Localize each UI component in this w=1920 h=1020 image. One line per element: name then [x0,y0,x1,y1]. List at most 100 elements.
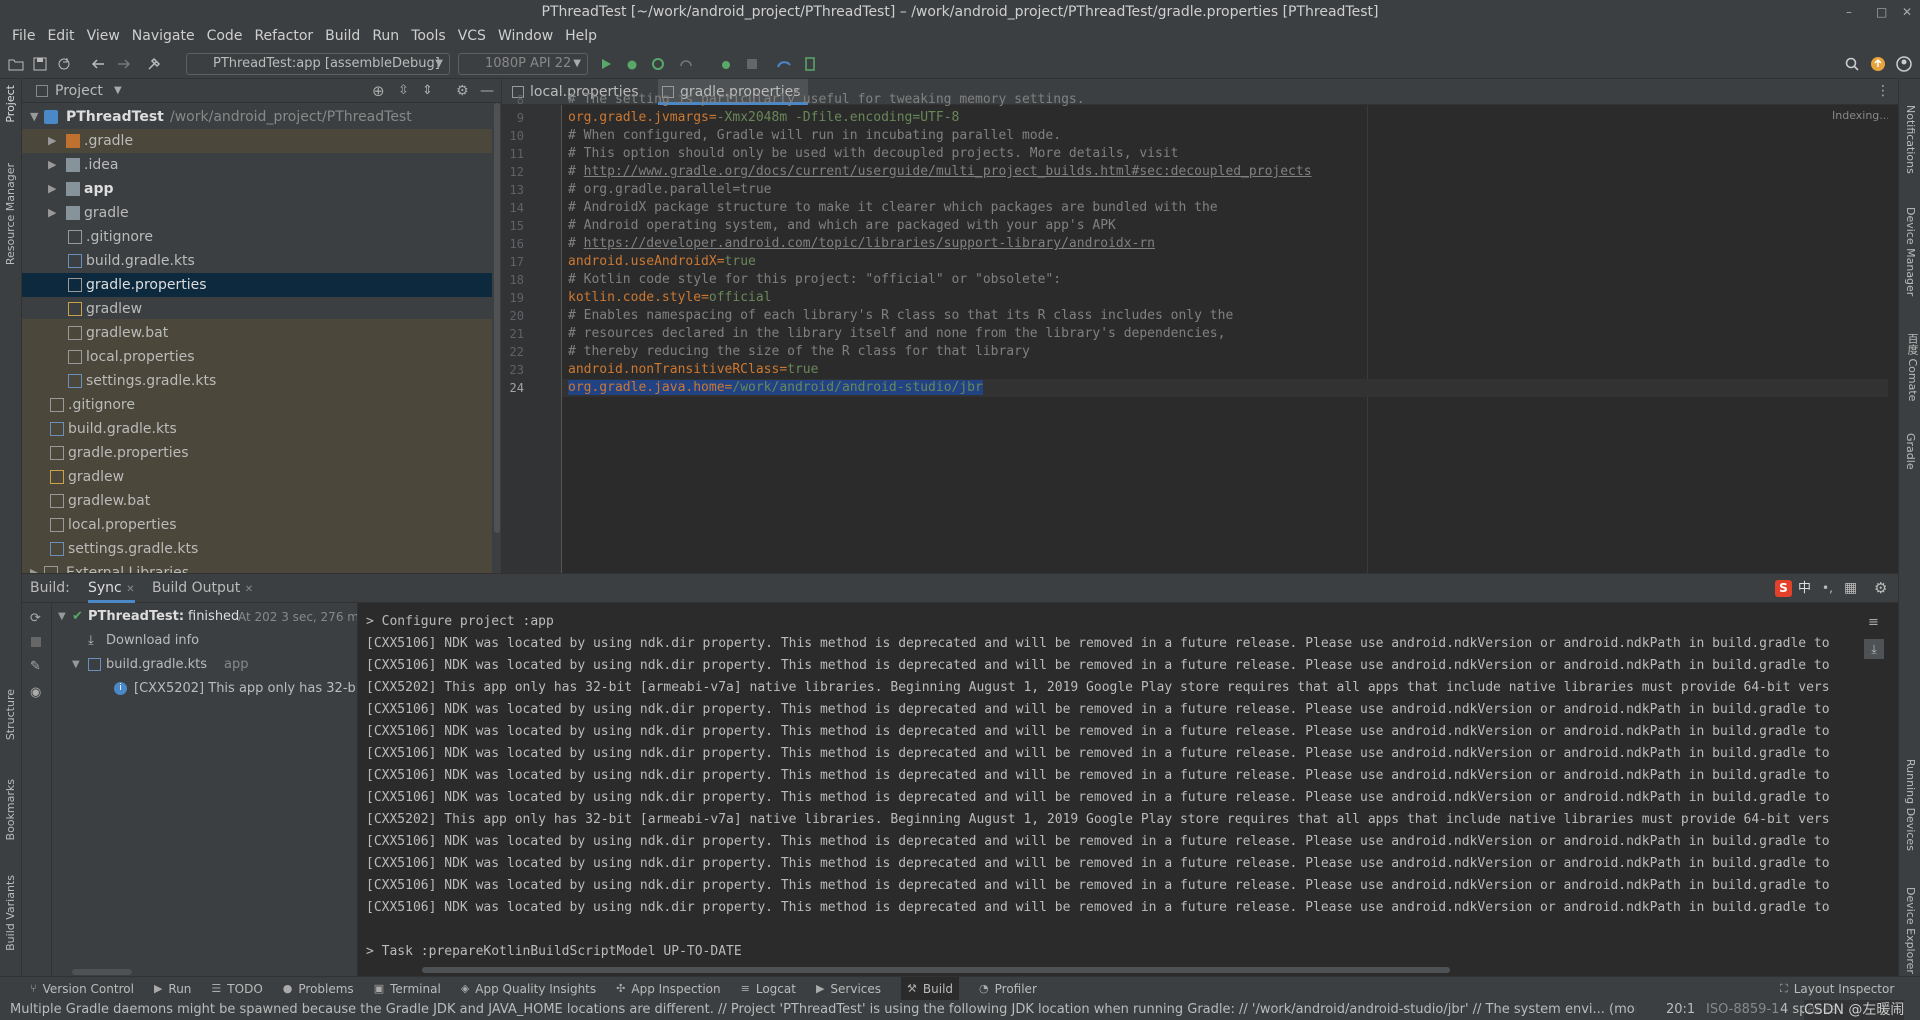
tab-build[interactable]: ⚒ Build [901,977,960,1000]
tree-item[interactable]: .gitignore [22,393,492,417]
sync-icon[interactable] [56,56,72,72]
chevron-down-icon[interactable]: ▼ [72,653,80,677]
chevron-right-icon[interactable]: ▶ [48,201,56,225]
gear-icon[interactable]: ⚙ [1874,574,1887,603]
tree-item[interactable]: build.gradle.kts [22,417,492,441]
tab-version-control[interactable]: ⑂ Version Control [30,982,134,996]
sync-icon[interactable]: ⟳ [30,611,41,626]
menu-window[interactable]: Window [492,24,559,49]
comment-link[interactable]: http://www.gradle.org/docs/current/userg… [584,164,1312,179]
comment-link[interactable]: https://developer.android.com/topic/libr… [584,236,1155,251]
project-panel-title[interactable]: Project [55,79,103,103]
chevron-down-icon[interactable]: ▼ [114,79,122,103]
menu-navigate[interactable]: Navigate [126,24,201,49]
bookmarks-tool-button[interactable]: Bookmarks [4,779,17,840]
attach-debugger-icon[interactable] [718,56,734,72]
tab-app-quality-insights[interactable]: ◈ App Quality Insights [461,982,596,996]
expand-all-icon[interactable]: ⇳ [398,79,409,103]
tab-problems[interactable]: ● Problems [283,982,354,996]
tree-item[interactable]: gradlew.bat [22,321,492,345]
profile-icon[interactable] [650,56,666,72]
eye-icon[interactable]: ◉ [30,685,41,700]
close-tab-icon[interactable]: ✕ [245,584,253,595]
chevron-down-icon[interactable]: ▼ [30,105,38,129]
tab-sync[interactable]: Sync ✕ [88,574,135,603]
close-tab-icon[interactable]: ✕ [126,584,134,595]
search-icon[interactable] [1844,56,1860,72]
minimize-icon[interactable]: – [1846,0,1852,24]
scrollbar[interactable] [422,967,1450,973]
save-icon[interactable] [32,56,48,72]
project-tool-button[interactable]: Project [4,85,17,123]
tab-app-inspection[interactable]: ✣ App Inspection [616,982,720,996]
tree-item[interactable]: .gitignore [22,225,492,249]
tree-item[interactable]: ▶ gradle [22,201,492,225]
tab-todo[interactable]: ☰ TODO [211,982,262,996]
pin-icon[interactable]: ✎ [30,659,41,674]
device-selector[interactable]: 1080P API 22 ▼ [458,53,588,75]
tab-layout-inspector[interactable]: ⛶ Layout Inspector [1780,982,1894,996]
tab-services[interactable]: ▶ Services [816,982,881,996]
tab-build-output[interactable]: Build Output ✕ [152,574,253,604]
maximize-icon[interactable]: □ [1876,0,1887,24]
menu-build[interactable]: Build [319,24,366,49]
tab-logcat[interactable]: ≡ Logcat [741,982,796,996]
tab-terminal[interactable]: ▣ Terminal [374,982,441,996]
device-manager-icon[interactable] [802,56,818,72]
more-icon[interactable]: ⋮ [1876,83,1890,99]
tree-item[interactable]: gradlew.bat [22,489,492,513]
locate-icon[interactable]: ⊕ [372,79,385,103]
caret-position[interactable]: 20:1 [1666,1000,1695,1020]
collapse-all-icon[interactable]: ⇕ [422,79,433,103]
tree-item[interactable]: settings.gradle.kts [22,537,492,561]
tree-item[interactable]: ▶ External Libraries [22,561,492,573]
hammer-icon[interactable] [146,56,162,72]
chevron-right-icon[interactable]: ▶ [48,153,56,177]
menu-tools[interactable]: Tools [405,24,452,49]
close-icon[interactable]: ✕ [1902,0,1912,24]
tree-item-selected[interactable]: gradle.properties [22,273,492,297]
scroll-to-end-icon[interactable]: ⤓ [1864,639,1884,659]
run-config-selector[interactable]: PThreadTest:app [assembleDebug] ▼ [186,53,450,75]
ime-toolbox-icon[interactable]: ▦ [1844,574,1857,603]
menu-edit[interactable]: Edit [41,24,80,49]
notifications-tool-button[interactable]: Notifications [1904,105,1917,174]
menu-vcs[interactable]: VCS [452,24,492,49]
menu-file[interactable]: File [6,24,41,49]
tree-item[interactable]: ▶ .gradle [22,129,492,153]
editor-scrollbar[interactable] [1888,105,1896,573]
status-message[interactable]: Multiple Gradle daemons might be spawned… [10,1000,1636,1020]
comate-tool-button[interactable]: 百度 Comate [1904,333,1920,401]
ime-punctuation-icon[interactable]: •, [1822,574,1833,603]
menu-help[interactable]: Help [559,24,603,49]
resource-manager-tool-button[interactable]: Resource Manager [4,163,17,265]
stop-icon[interactable] [31,637,41,647]
tree-item[interactable]: build.gradle.kts [22,249,492,273]
hide-icon[interactable]: — [480,79,494,103]
tree-item[interactable]: gradle.properties [22,441,492,465]
running-devices-tool-button[interactable]: Running Devices [1904,759,1917,851]
build-console-output[interactable]: > Configure project :app [CXX5106] NDK wa… [359,603,1889,976]
tree-item[interactable]: ▶ app [22,177,492,201]
ime-mode[interactable]: 中 [1798,574,1811,603]
structure-tool-button[interactable]: Structure [4,689,17,740]
apply-changes-icon[interactable] [678,56,694,72]
tree-item[interactable]: local.properties [22,513,492,537]
menu-refactor[interactable]: Refactor [248,24,319,49]
build-variants-tool-button[interactable]: Build Variants [4,875,17,951]
chevron-right-icon[interactable]: ▶ [48,177,56,201]
soft-wrap-icon[interactable]: ≡ [1868,615,1879,630]
menu-view[interactable]: View [81,24,126,49]
gradle-tool-button[interactable]: Gradle [1904,433,1917,470]
update-icon[interactable] [1870,56,1886,72]
chevron-right-icon[interactable]: ▶ [30,561,38,573]
tree-root-project[interactable]: ▼ PThreadTest /work/android_project/PThr… [22,105,492,129]
chevron-down-icon[interactable]: ▼ [58,605,66,629]
forward-arrow-icon[interactable] [116,56,132,72]
tree-item[interactable]: settings.gradle.kts [22,369,492,393]
tree-item[interactable]: gradlew [22,465,492,489]
back-arrow-icon[interactable] [90,56,106,72]
account-icon[interactable] [1896,56,1912,72]
open-folder-icon[interactable] [8,56,24,72]
gear-icon[interactable]: ⚙ [456,79,469,103]
